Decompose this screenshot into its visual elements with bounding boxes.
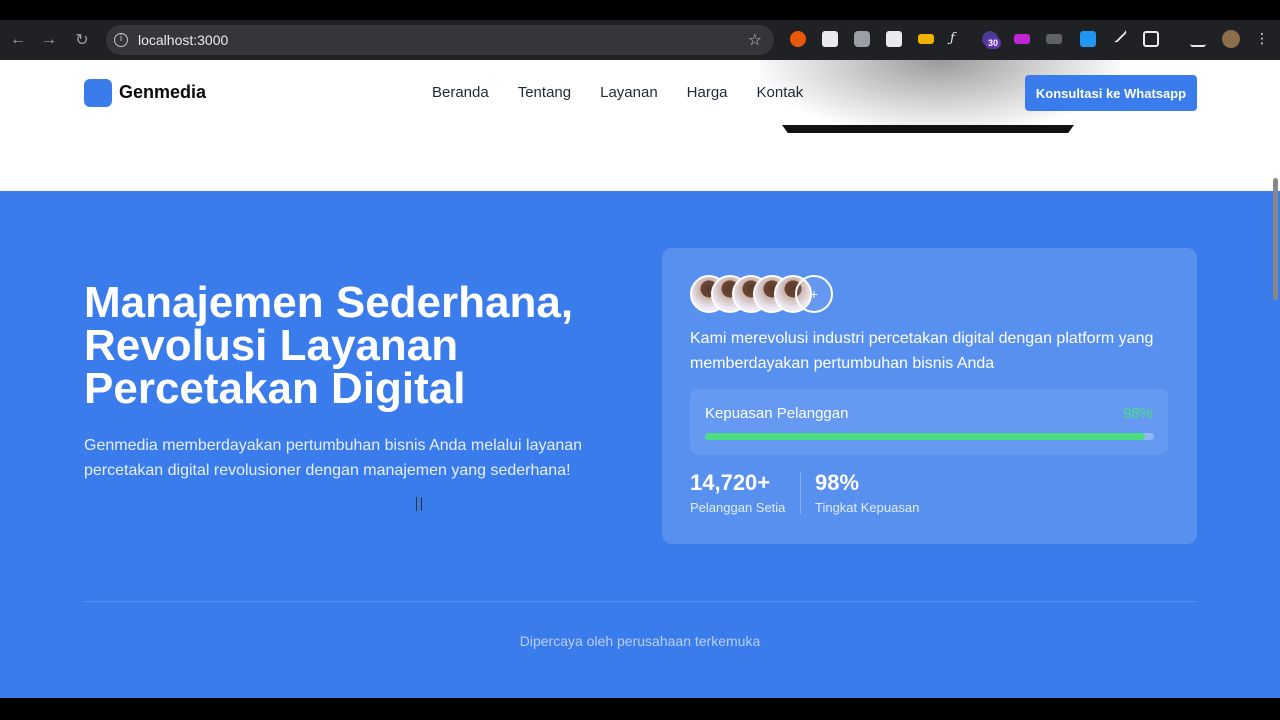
satisfaction-progress-fill xyxy=(705,433,1146,440)
extension-icon[interactable] xyxy=(1080,31,1096,47)
screen-bottom-edge xyxy=(0,698,1280,720)
stat-number: 14,720+ xyxy=(690,470,771,495)
menu-kebab-icon[interactable]: ⋮ xyxy=(1255,31,1271,47)
formula-icon[interactable]: ƒ xyxy=(950,31,966,47)
nav-item-harga[interactable]: Harga xyxy=(687,84,728,101)
qr-code-icon[interactable] xyxy=(822,31,838,47)
brand-name[interactable]: Genmedia xyxy=(119,82,206,103)
screen-top-edge xyxy=(0,0,1280,20)
site-info-icon[interactable]: i xyxy=(114,33,128,47)
camera-icon[interactable] xyxy=(854,31,870,47)
eyedropper-icon[interactable] xyxy=(1110,26,1128,44)
satisfaction-percent: 98% xyxy=(1122,405,1153,422)
whatsapp-consult-button[interactable]: Konsultasi ke Whatsapp xyxy=(1025,75,1197,111)
stat-label: Pelanggan Setia xyxy=(690,500,786,515)
site-header: Genmedia Beranda Tentang Layanan Harga K… xyxy=(0,60,1280,191)
profile-avatar-icon[interactable] xyxy=(1222,30,1240,48)
satisfaction-label: Kepuasan Pelanggan xyxy=(705,405,849,422)
stat-number: 98% xyxy=(815,470,860,495)
extension-icon[interactable] xyxy=(1014,34,1030,44)
extension-icon[interactable] xyxy=(918,34,934,44)
hero-description: Genmedia memberdayakan pertumbuhan bisni… xyxy=(84,437,583,479)
back-icon[interactable]: ← xyxy=(6,28,30,52)
hero-section: Manajemen Sederhana, Revolusi Layanan Pe… xyxy=(0,191,1280,698)
nav-item-kontak[interactable]: Kontak xyxy=(757,84,804,101)
nav-item-tentang[interactable]: Tentang xyxy=(518,84,571,101)
forward-icon[interactable]: → xyxy=(37,28,61,52)
avatar-more-icon: + xyxy=(795,275,833,313)
stat-divider xyxy=(800,472,801,514)
hero-title: Manajemen Sederhana, Revolusi Layanan Pe… xyxy=(84,278,574,413)
satisfaction-progress-track xyxy=(705,433,1154,440)
nav-item-beranda[interactable]: Beranda xyxy=(432,84,489,101)
satisfaction-box: Kepuasan Pelanggan 98% xyxy=(690,389,1168,455)
nav-item-layanan[interactable]: Layanan xyxy=(600,84,658,101)
text-cursor-icon xyxy=(416,497,422,511)
stats-card: + Kami merevolusi industri percetakan di… xyxy=(662,248,1197,544)
trusted-by-label: Dipercaya oleh perusahaan terkemuka xyxy=(519,633,761,649)
page-scrollbar[interactable] xyxy=(1273,178,1278,300)
url-text[interactable]: localhost:3000 xyxy=(138,32,228,48)
stat-satisfaction-rate: 98% Tingkat Kepuasan xyxy=(815,470,919,515)
video-icon[interactable] xyxy=(1046,34,1062,44)
web-page: Genmedia Beranda Tentang Layanan Harga K… xyxy=(0,60,1280,698)
stat-label: Tingkat Kepuasan xyxy=(815,500,920,515)
bookmark-star-icon[interactable]: ☆ xyxy=(748,30,762,49)
browser-toolbar: ← → ↻ i localhost:3000 ☆ ƒ 30 ⋮ xyxy=(0,20,1280,60)
section-divider xyxy=(84,601,1197,602)
extension-badge: 30 xyxy=(985,37,1002,49)
card-intro-text: Kami merevolusi industri percetakan digi… xyxy=(690,330,1154,372)
extension-icon[interactable] xyxy=(790,31,806,47)
brand-logo-icon[interactable] xyxy=(84,79,112,107)
address-bar[interactable]: i localhost:3000 ☆ xyxy=(106,25,774,55)
reload-icon[interactable]: ↻ xyxy=(70,28,94,52)
header-image-edge xyxy=(782,125,1074,133)
stat-loyal-customers: 14,720+ Pelanggan Setia xyxy=(690,470,785,515)
download-icon[interactable] xyxy=(1190,31,1206,47)
extensions-puzzle-icon[interactable] xyxy=(1143,31,1159,47)
extension-icon[interactable] xyxy=(886,31,902,47)
main-nav: Beranda Tentang Layanan Harga Kontak xyxy=(432,84,803,101)
